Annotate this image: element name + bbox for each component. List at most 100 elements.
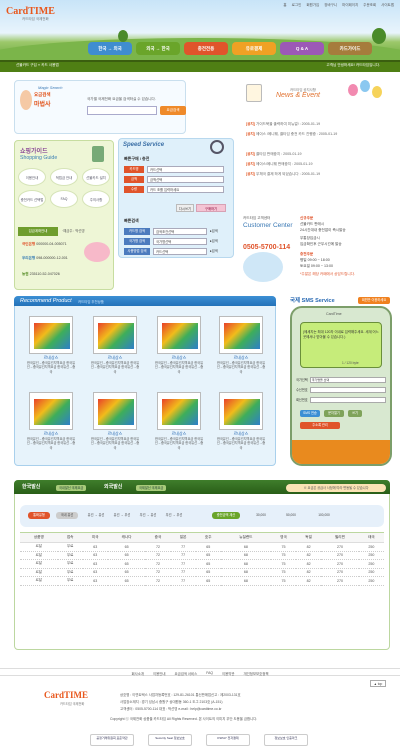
guide-item-usage[interactable]: 이용안내 [18,168,46,186]
site-logo[interactable]: CardTIME [6,6,55,17]
product-card[interactable]: 르네상스 한국유선→중국유선지역요금 한국유선→중국유선지역요금 한국유선→중국 [216,392,266,450]
amount-option[interactable]: 100,000 [312,512,336,519]
account-holder: ·예금주 : 박선영 [62,229,85,233]
account-row: 농협 235110-52-047026 [22,272,60,277]
fair-trade-mark[interactable]: 공정거래위원회 표준약관 [90,734,134,746]
guide-item-points[interactable]: 적립금 안내 [50,168,78,186]
footer-link-company[interactable]: 회사소개 [132,671,144,676]
sms-message-text[interactable]: (메세지는 최대 120자 이내로 입력해주세요. 세계 어느 곳에서나 받아볼… [303,330,379,339]
product-card[interactable]: 르네상스 한국유선→중국유선지역요금 한국유선→중국유선지역요금 한국유선→중국 [154,392,204,450]
news-item[interactable]: [공지] 가이드북을 출력하여 미뉴얼! : 2005-01-19 [246,122,320,127]
product-card-image[interactable] [219,392,263,430]
news-item[interactable]: [공지] 우체국 결제 하게 되었습니다 : 2005-01-19 [246,172,320,177]
top-link-order[interactable]: 주문조회 [363,3,376,8]
top-link-mypage[interactable]: 마이페이지 [342,3,358,8]
top-link-cart[interactable]: 장바구니 [324,3,337,8]
product-card-image[interactable] [29,316,73,354]
sms-to-input[interactable] [309,386,386,393]
rate-search-button[interactable]: 요금검색 [160,106,186,115]
nav-abroad-to-korea[interactable]: 외국 → 한국 [136,42,180,55]
quick-buy-row: 수량 카드 조를 입력하세요 [124,186,224,193]
buy-button[interactable]: 구매하기 [196,204,226,212]
footer-link-terms[interactable]: 이용약관 [222,671,234,676]
filter-domestic[interactable]: 국내 유선 [56,512,78,519]
footer-link-rate-service[interactable]: 요금검색 서비스 [174,671,197,676]
address-book-button[interactable]: 주소록 관리 [300,422,340,429]
tab-korea-outgoing[interactable]: 한국발신 [22,483,40,492]
usage-select[interactable]: 카드선택 [153,248,207,255]
search-go-button[interactable]: ▸검색 [210,248,224,255]
news-item[interactable]: [공지] 에이스 /에니웨, 쿨타임 충전 카드 진행중 : 2005-01-1… [246,132,386,137]
col-header: 중국 [145,532,171,543]
tab-abroad-outgoing-sub[interactable]: 국제발신 국제요금 [136,485,167,491]
guide-item-install[interactable]: 선불카드 설치 [82,168,110,186]
filter-wire-mobile[interactable]: 유선 → 무선 [110,512,134,519]
nav-card-guide[interactable]: 카드가이드 [328,42,372,55]
filter-wire-wire[interactable]: 유선 → 유선 [84,512,108,519]
product-card[interactable]: 르네상스 한국유선→중국유선지역요금 한국유선→중국유선지역요금 한국유선→중국 [26,316,76,374]
product-card[interactable]: 르네상스 한국유선→중국유선지역요금 한국유선→중국유선지역요금 한국유선→중국 [216,316,266,374]
sms-send-button[interactable]: SMS 전송 [300,410,320,417]
product-card-image[interactable] [219,316,263,354]
magic-search-input[interactable] [87,106,157,115]
footer-link-faq[interactable]: FAQ [206,671,213,675]
product-card-image[interactable] [157,316,201,354]
quantity-input[interactable]: 카드 조를 입력하세요 [147,186,224,193]
sms-write-button[interactable]: 쓰기 [348,410,362,417]
sms-from-input[interactable] [309,396,386,403]
country-select[interactable]: 국가명선택 [153,238,207,245]
product-card-image[interactable] [29,392,73,430]
row-tag: 사용방법 검색 [124,248,150,255]
tab-korea-outgoing-sub[interactable]: 국내발신 국제요금 [56,485,87,491]
table-cell: 르달 [20,542,58,552]
table-cell: 77 [170,559,196,569]
kspay-mark[interactable]: KSPAY 전자결제 [206,734,250,746]
table-row: 르달 무료 63 65 72 77 65 68 75 82 270 250 [20,542,384,552]
search-go-button[interactable]: ▸검색 [210,238,224,245]
row-tag: 카드명 검색 [124,228,150,235]
guide-item-select[interactable]: 충전카드 선택법 [18,190,46,208]
sms-screen[interactable] [300,322,382,368]
tab-abroad-outgoing[interactable]: 외국발신 [104,483,122,492]
product-card[interactable]: 르네상스 한국유선→중국유선지역요금 한국유선→중국유선지역요금 한국유선→중국 [90,392,140,450]
back-to-top-button[interactable]: ▲ top [370,680,386,687]
top-link-join[interactable]: 회원가입 [306,3,319,8]
amount-option[interactable]: 50,000 [280,512,302,519]
table-cell: 무료 [57,568,83,577]
filter-mobile-mobile[interactable]: 무선 → 무선 [162,512,186,519]
product-card-image[interactable] [157,392,201,430]
product-card-image[interactable] [93,392,137,430]
nav-euro-payment[interactable]: 유로결제 [232,42,276,55]
filter-mobile-wire[interactable]: 무선 → 유선 [136,512,160,519]
news-item[interactable]: [공지] 에이스/에니웨 판매중지 : 2005-01-19 [246,162,312,167]
nav-korea-to-abroad[interactable]: 한국 → 외국 [88,42,132,55]
security-seal-mark[interactable]: Security Seal 정보보호 [148,734,192,746]
nav-recharge[interactable]: 충전전용 [184,42,228,55]
guide-item-faq[interactable]: FAQ [50,190,78,208]
sms-country-select[interactable]: 국가명을 선택 [309,376,386,383]
sms-open-button[interactable]: 문자열기 [324,410,344,417]
footer-link-privacy[interactable]: 개인정보보호정책 [244,671,269,676]
privacy-cert-mark[interactable]: 정보보호 인증마크 [264,734,308,746]
nav-qna[interactable]: Q & A [280,42,324,55]
guide-item-caution[interactable]: 주의사항 [82,190,110,208]
card-name-select[interactable]: 검색조건선택 [153,228,207,235]
card-select[interactable]: 카드선택 [147,166,224,173]
search-go-button[interactable]: ▸검색 [210,228,224,235]
subbar-left-text[interactable]: 선불카드 구입 ›› 카드 사용법 [16,63,59,68]
top-link-login[interactable]: 로그인 [292,3,302,8]
top-link-home[interactable]: 홈 [283,3,286,8]
amount-select[interactable]: 금액선택 [147,176,224,183]
top-link-sitemap[interactable]: 사이트맵 [381,3,394,8]
shopping-guide-subtitle: Shopping Guide [20,155,58,161]
product-card[interactable]: 르네상스 한국유선→중국유선지역요금 한국유선→중국유선지역요금 한국유선→중국 [90,316,140,374]
news-item[interactable]: [공지] 쿨타임 판매중지 : 2005-01-19 [246,152,302,157]
product-card-image[interactable] [93,316,137,354]
product-card[interactable]: 르네상스 한국유선→중국유선지역요금 한국유선→중국유선지역요금 한국유선→중국 [154,316,204,374]
table-cell: 250 [358,542,384,552]
reset-button[interactable]: 다시쓰기 [176,204,194,212]
product-card[interactable]: 르네상스 한국유선→중국유선지역요금 한국유선→중국유선지역요금 한국유선→중국 [26,392,76,450]
col-header: 일본 [170,532,196,543]
amount-option[interactable]: 30,000 [250,512,272,519]
footer-link-guide[interactable]: 이용안내 [153,671,165,676]
